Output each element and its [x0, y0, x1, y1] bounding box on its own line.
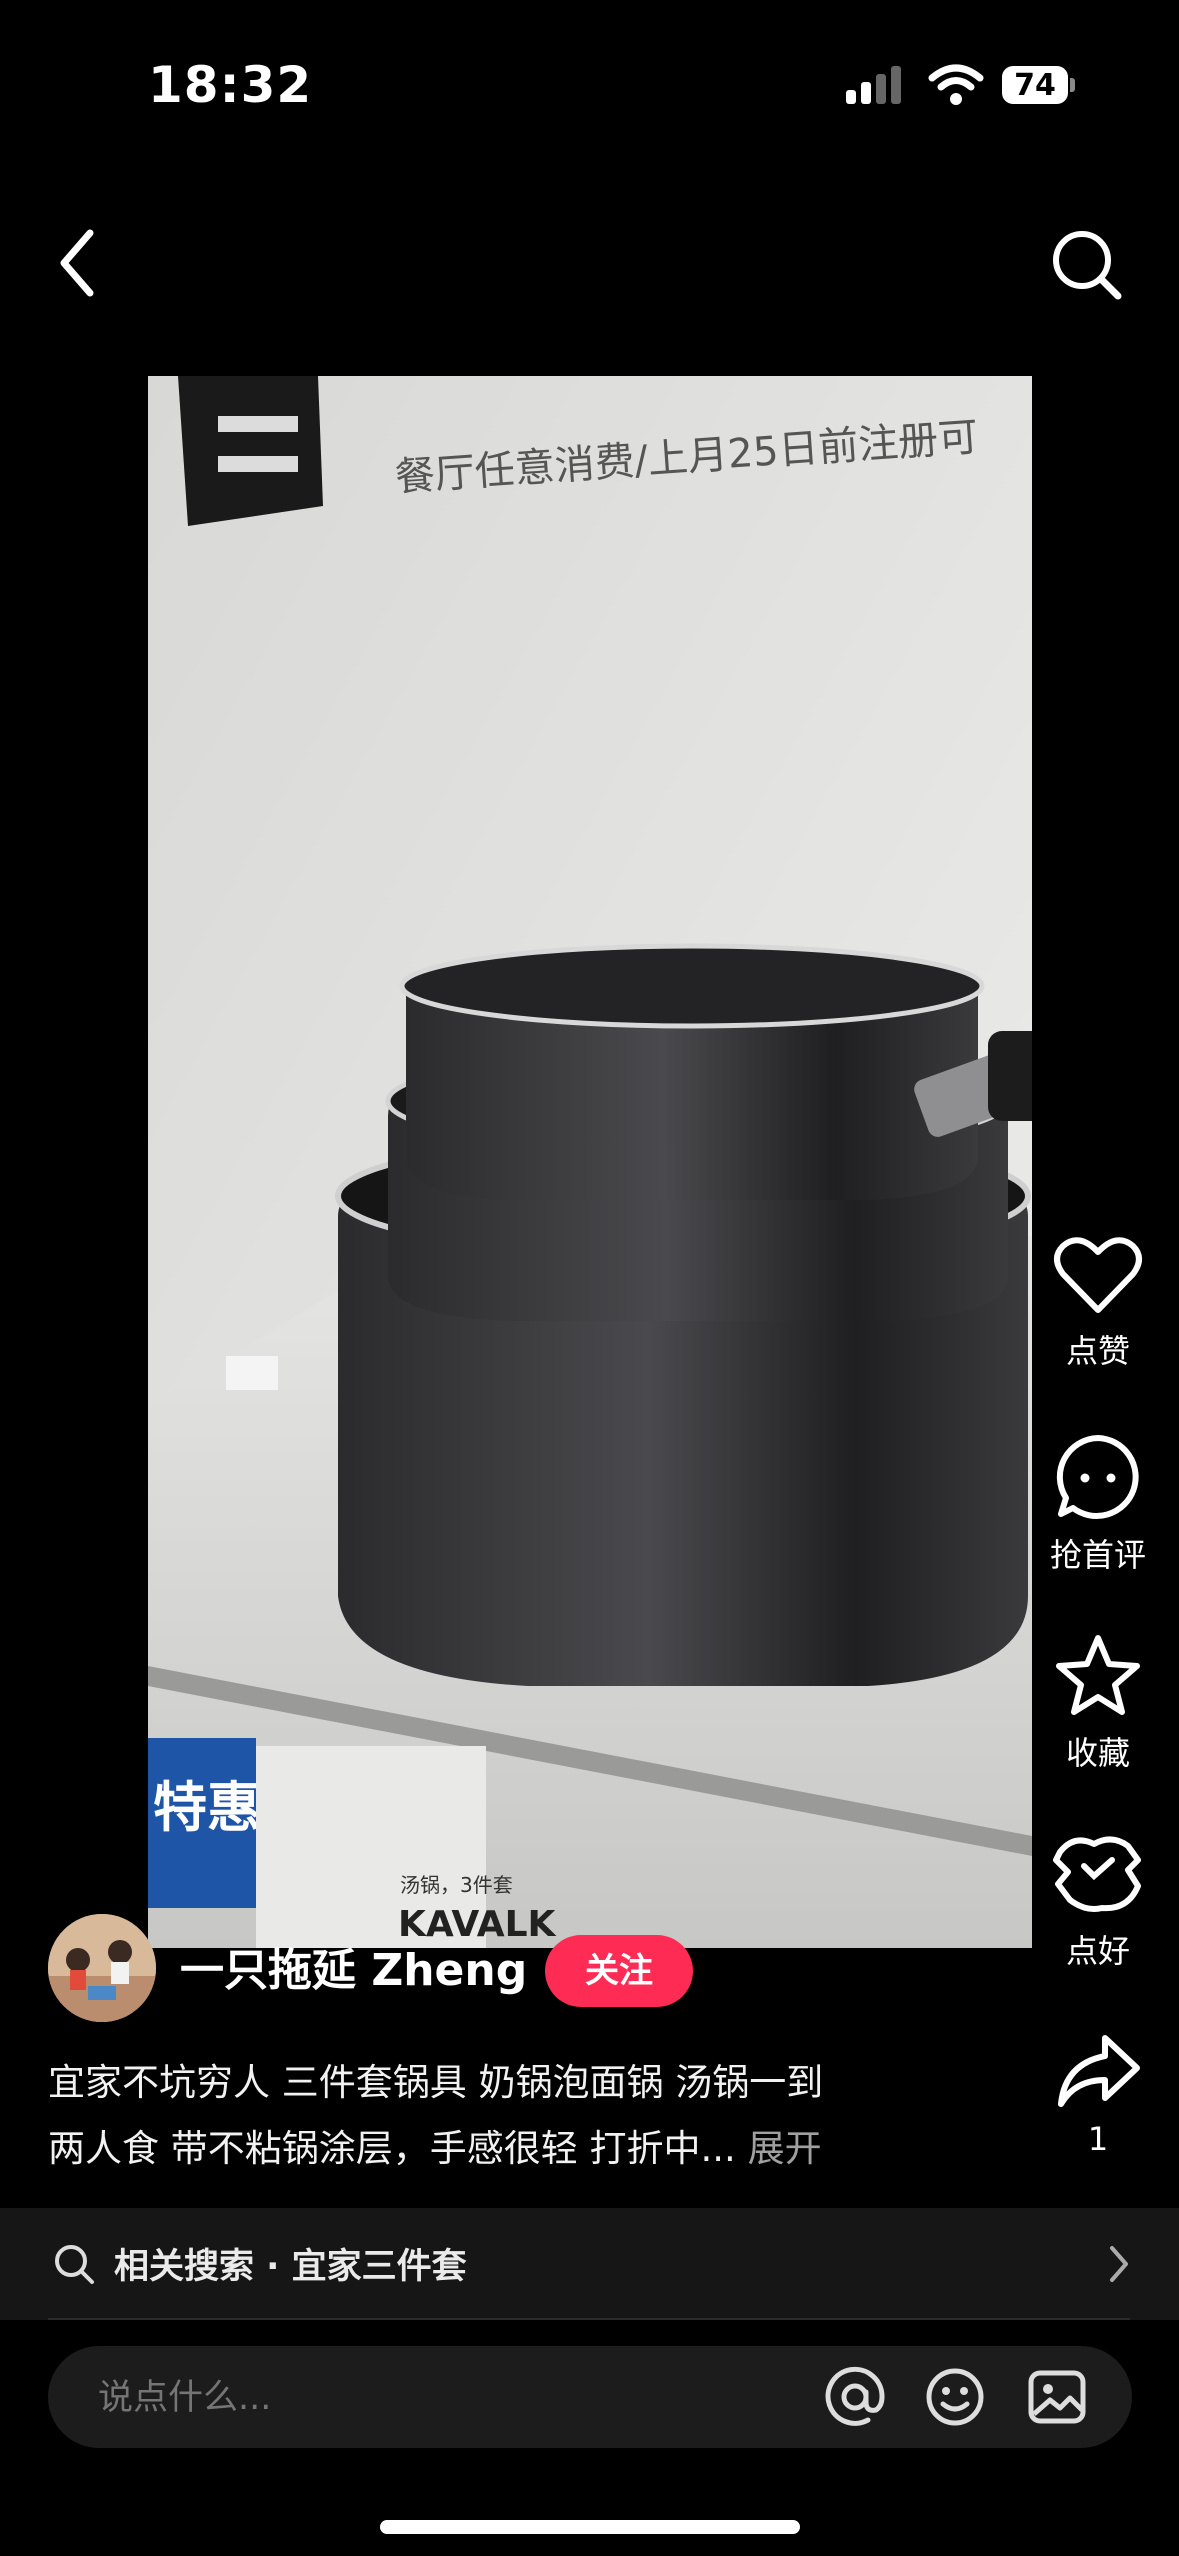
favorite-button[interactable]: 收藏: [1042, 1632, 1154, 1774]
status-icons: 74: [844, 64, 1084, 112]
good-label: 点好: [1065, 1932, 1130, 1970]
emoji-icon[interactable]: [924, 2366, 986, 2428]
chevron-right-icon: [1110, 2246, 1128, 2282]
product-label-small: 汤锅，3件套: [400, 1873, 513, 1897]
divider: [48, 2318, 1130, 2320]
back-button[interactable]: [46, 225, 106, 301]
like-button[interactable]: 点赞: [1042, 1232, 1154, 1372]
heart-icon: [1054, 1237, 1142, 1313]
favorite-label: 收藏: [1065, 1734, 1130, 1772]
share-icon: [1058, 2035, 1140, 2107]
comment-icon: [1056, 1435, 1139, 1519]
search-button[interactable]: [1050, 228, 1124, 302]
author-avatar[interactable]: [48, 1914, 156, 2022]
comment-input[interactable]: [96, 2346, 800, 2450]
follow-button[interactable]: 关注: [545, 1935, 693, 2007]
image-icon[interactable]: [1026, 2366, 1088, 2428]
description-line-2-text: 两人食 带不粘锅涂层，手感很轻 打折中...: [48, 2127, 736, 2170]
post-description: 宜家不坑穷人 三件套锅具 奶锅泡面锅 汤锅一到 两人食 带不粘锅涂层，手感很轻 …: [48, 2050, 958, 2182]
author-name[interactable]: 一只拖延 Zheng: [180, 1934, 527, 1998]
battery-icon: 74: [1002, 64, 1076, 108]
comment-bar: [48, 2346, 1132, 2450]
description-line-2: 两人食 带不粘锅涂层，手感很轻 打折中... 展开: [48, 2116, 958, 2182]
search-icon: [1053, 231, 1122, 300]
battery-level: 74: [1014, 68, 1056, 103]
wifi-icon: [928, 64, 984, 105]
mention-icon[interactable]: [824, 2366, 886, 2428]
status-time: 18:32: [148, 56, 313, 114]
comment-button[interactable]: 抢首评: [1042, 1432, 1154, 1576]
avatar-image: [48, 1914, 156, 2022]
related-search-text: 相关搜索 · 宜家三件套: [114, 2247, 467, 2287]
price-tag-label: 特惠: [153, 1776, 261, 1839]
search-icon: [55, 2245, 94, 2284]
star-icon: [1056, 1635, 1140, 1715]
share-count: 1: [1087, 2120, 1109, 2158]
signal-icon: [846, 66, 901, 104]
good-button[interactable]: 点好: [1042, 1830, 1154, 1972]
good-icon: [1053, 1836, 1141, 1912]
comment-label: 抢首评: [1049, 1536, 1146, 1574]
like-label: 点赞: [1065, 1332, 1130, 1370]
related-search-bar[interactable]: 相关搜索 · 宜家三件套: [0, 2208, 1179, 2320]
expand-link[interactable]: 展开: [736, 2127, 822, 2170]
share-button[interactable]: 1: [1042, 2030, 1154, 2158]
home-indicator: [380, 2520, 800, 2534]
video-frame: 餐厅任意消费/上月25日前注册可 特惠 汤锅，3件套 KAVALK: [148, 376, 1032, 1948]
video-player[interactable]: 餐厅任意消费/上月25日前注册可 特惠 汤锅，3件套 KAVALK: [148, 376, 1032, 1948]
description-line-1: 宜家不坑穷人 三件套锅具 奶锅泡面锅 汤锅一到: [48, 2061, 824, 2104]
chevron-left-icon: [60, 229, 94, 297]
